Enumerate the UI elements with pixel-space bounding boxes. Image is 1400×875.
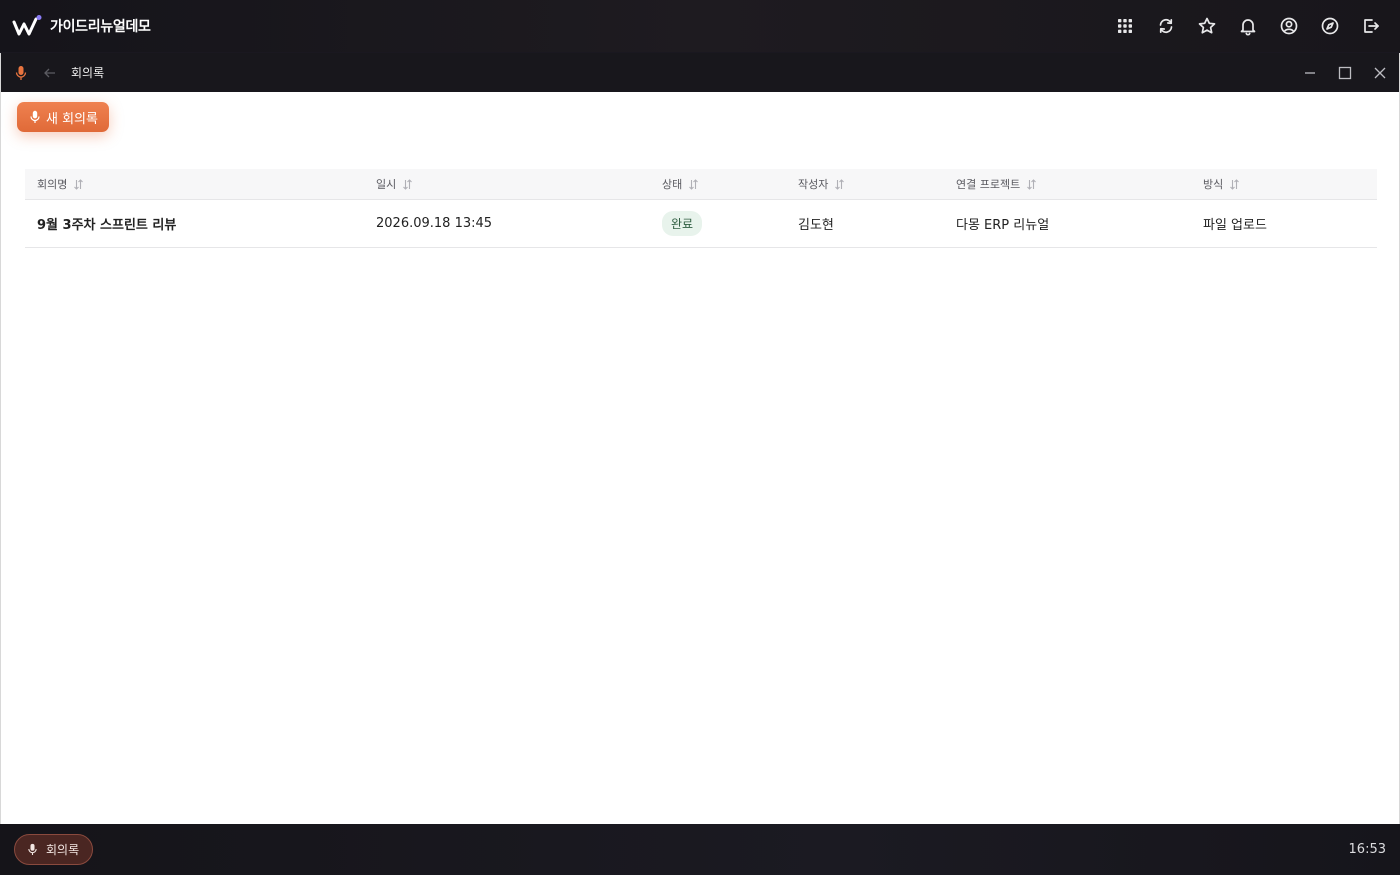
logout-icon[interactable] (1359, 15, 1382, 38)
column-header-project[interactable]: 연결 프로젝트 (956, 176, 1037, 192)
sort-icon (688, 178, 699, 190)
taskbar: 회의록 16:53 (0, 824, 1400, 875)
mic-icon (14, 65, 28, 81)
table-row[interactable]: 9월 3주차 스프린트 리뷰 2026.09.18 13:45 완료 김도현 다… (25, 200, 1377, 248)
app-name: 가이드리뉴얼데모 (50, 19, 151, 35)
meeting-table: 회의명 일시 상태 작성자 연결 프로젝트 방식 9월 3주차 스프린트 리뷰 … (25, 169, 1377, 248)
app-logo-icon (12, 14, 44, 38)
bell-icon[interactable] (1236, 15, 1259, 38)
meeting-datetime: 2026.09.18 13:45 (376, 216, 493, 231)
brand[interactable]: 가이드리뉴얼데모 (12, 14, 151, 38)
sort-icon (402, 178, 413, 190)
refresh-icon[interactable] (1154, 15, 1177, 38)
taskbar-item-label: 회의록 (46, 843, 80, 857)
maximize-icon[interactable] (1338, 66, 1352, 80)
meeting-method: 파일 업로드 (1203, 218, 1267, 233)
compass-icon[interactable] (1318, 15, 1341, 38)
back-arrow-icon[interactable] (42, 65, 58, 81)
meeting-name[interactable]: 9월 3주차 스프린트 리뷰 (37, 214, 176, 233)
meeting-notes-window: 회의록 새 회의록 회의명 일시 상태 작성자 연결 프로젝트 방식 9월 3주… (0, 53, 1400, 824)
sort-icon (1026, 178, 1037, 190)
table-header: 회의명 일시 상태 작성자 연결 프로젝트 방식 (25, 169, 1377, 200)
sort-icon (1229, 178, 1240, 190)
window-title: 회의록 (71, 66, 105, 80)
close-icon[interactable] (1373, 66, 1387, 80)
meeting-project: 다몽 ERP 리뉴얼 (956, 218, 1050, 233)
star-icon[interactable] (1195, 15, 1218, 38)
clock: 16:53 (1348, 842, 1386, 857)
window-titlebar[interactable]: 회의록 (1, 53, 1399, 92)
top-app-bar: 가이드리뉴얼데모 (0, 0, 1400, 52)
user-circle-icon[interactable] (1277, 15, 1300, 38)
window-controls (1303, 53, 1387, 92)
sort-icon (834, 178, 845, 190)
taskbar-item-meeting-notes[interactable]: 회의록 (14, 834, 94, 865)
new-meeting-button[interactable]: 새 회의록 (17, 102, 109, 132)
minimize-icon[interactable] (1303, 66, 1317, 80)
column-header-author[interactable]: 작성자 (798, 176, 845, 192)
column-header-datetime[interactable]: 일시 (376, 176, 413, 192)
top-toolbar (1113, 0, 1382, 52)
mic-icon (28, 843, 37, 855)
meeting-author: 김도현 (798, 218, 834, 233)
apps-grid-icon[interactable] (1113, 15, 1136, 38)
column-header-status[interactable]: 상태 (662, 176, 699, 192)
new-meeting-button-label: 새 회의록 (46, 111, 98, 127)
mic-icon (30, 110, 40, 123)
column-header-method[interactable]: 방식 (1203, 176, 1240, 192)
status-badge: 완료 (662, 211, 703, 236)
sort-icon (73, 178, 84, 190)
column-header-name[interactable]: 회의명 (37, 176, 84, 192)
